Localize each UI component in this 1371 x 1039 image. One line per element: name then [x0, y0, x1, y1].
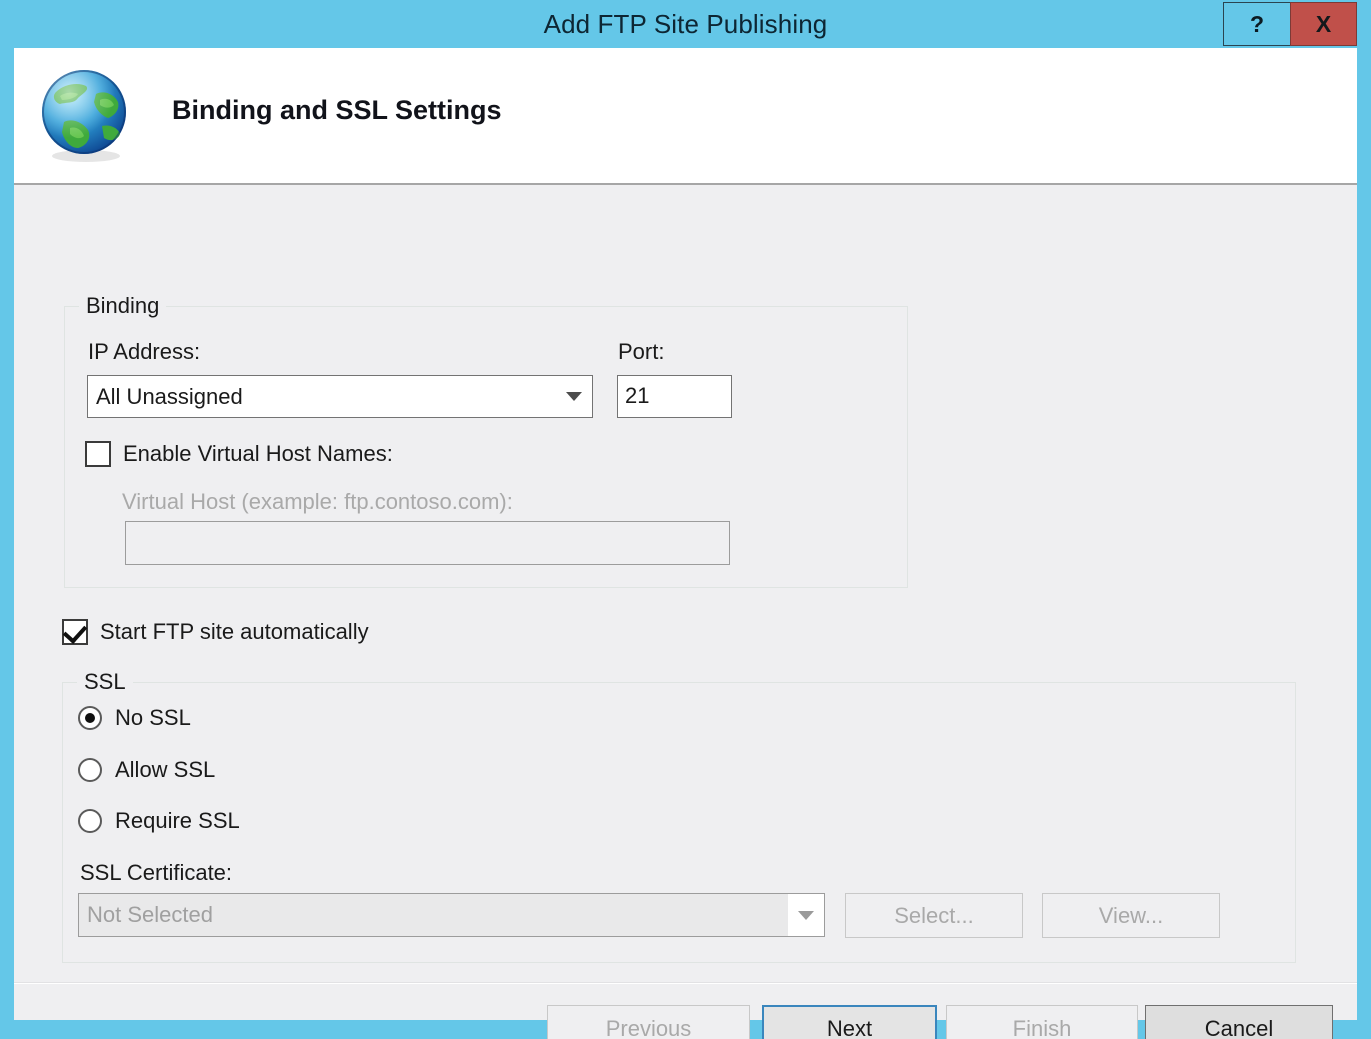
enable-virtual-host-label: Enable Virtual Host Names:: [123, 441, 393, 466]
globe-icon: [34, 64, 138, 168]
port-label: Port:: [618, 339, 665, 364]
select-certificate-button[interactable]: Select...: [845, 893, 1023, 938]
title-bar-buttons: ? X: [1223, 2, 1357, 46]
ip-address-label: IP Address:: [88, 339, 201, 364]
ssl-certificate-value: Not Selected: [79, 894, 788, 936]
add-ftp-site-publishing-dialog: Add FTP Site Publishing ? X Binding and …: [0, 0, 1371, 1039]
enable-virtual-host-checkbox[interactable]: Enable Virtual Host Names:: [85, 441, 393, 467]
dialog-client-area: Binding and SSL Settings Binding IP Addr…: [14, 48, 1357, 1039]
ssl-group: SSL No SSL Allow SSL Require SSL SSL Cer…: [62, 668, 1296, 963]
help-button[interactable]: ?: [1223, 2, 1290, 46]
ip-address-combo[interactable]: All Unassigned: [87, 375, 593, 418]
ssl-certificate-label: SSL Certificate:: [80, 860, 233, 885]
chevron-down-icon: [556, 392, 592, 401]
radio-box: [78, 809, 102, 833]
close-button[interactable]: X: [1290, 2, 1357, 46]
checkbox-box: [85, 441, 111, 467]
dialog-body: Binding IP Address: All Unassigned Port:…: [14, 187, 1357, 1039]
window-title: Add FTP Site Publishing: [543, 9, 828, 39]
next-button[interactable]: Next: [762, 1005, 937, 1039]
footer-separator: [14, 982, 1357, 984]
cancel-button[interactable]: Cancel: [1145, 1005, 1333, 1039]
radio-allow-ssl-label: Allow SSL: [115, 757, 216, 782]
radio-box: [78, 706, 102, 730]
radio-no-ssl[interactable]: No SSL: [78, 705, 191, 731]
previous-button[interactable]: Previous: [547, 1005, 750, 1039]
checkbox-box: [62, 619, 88, 645]
view-certificate-button[interactable]: View...: [1042, 893, 1220, 938]
virtual-host-label: Virtual Host (example: ftp.contoso.com):: [122, 489, 513, 514]
chevron-down-icon: [788, 910, 824, 920]
radio-no-ssl-label: No SSL: [115, 705, 191, 730]
page-title: Binding and SSL Settings: [172, 95, 502, 125]
wizard-header: Binding and SSL Settings: [14, 48, 1357, 185]
ssl-group-label: SSL: [77, 668, 133, 696]
check-icon: [62, 619, 88, 644]
start-ftp-site-checkbox[interactable]: Start FTP site automatically: [62, 619, 369, 645]
radio-box: [78, 758, 102, 782]
binding-group-label: Binding: [79, 292, 167, 320]
port-input[interactable]: 21: [617, 375, 732, 418]
title-bar: Add FTP Site Publishing ? X: [0, 0, 1371, 48]
ssl-certificate-combo[interactable]: Not Selected: [78, 893, 825, 937]
radio-require-ssl-label: Require SSL: [115, 808, 240, 833]
radio-require-ssl[interactable]: Require SSL: [78, 808, 240, 834]
binding-group: Binding IP Address: All Unassigned Port:…: [64, 292, 908, 588]
start-ftp-site-label: Start FTP site automatically: [100, 619, 369, 644]
virtual-host-input[interactable]: [125, 521, 730, 565]
radio-allow-ssl[interactable]: Allow SSL: [78, 757, 215, 783]
finish-button[interactable]: Finish: [946, 1005, 1138, 1039]
ip-address-value: All Unassigned: [96, 383, 243, 409]
radio-dot: [85, 713, 95, 723]
